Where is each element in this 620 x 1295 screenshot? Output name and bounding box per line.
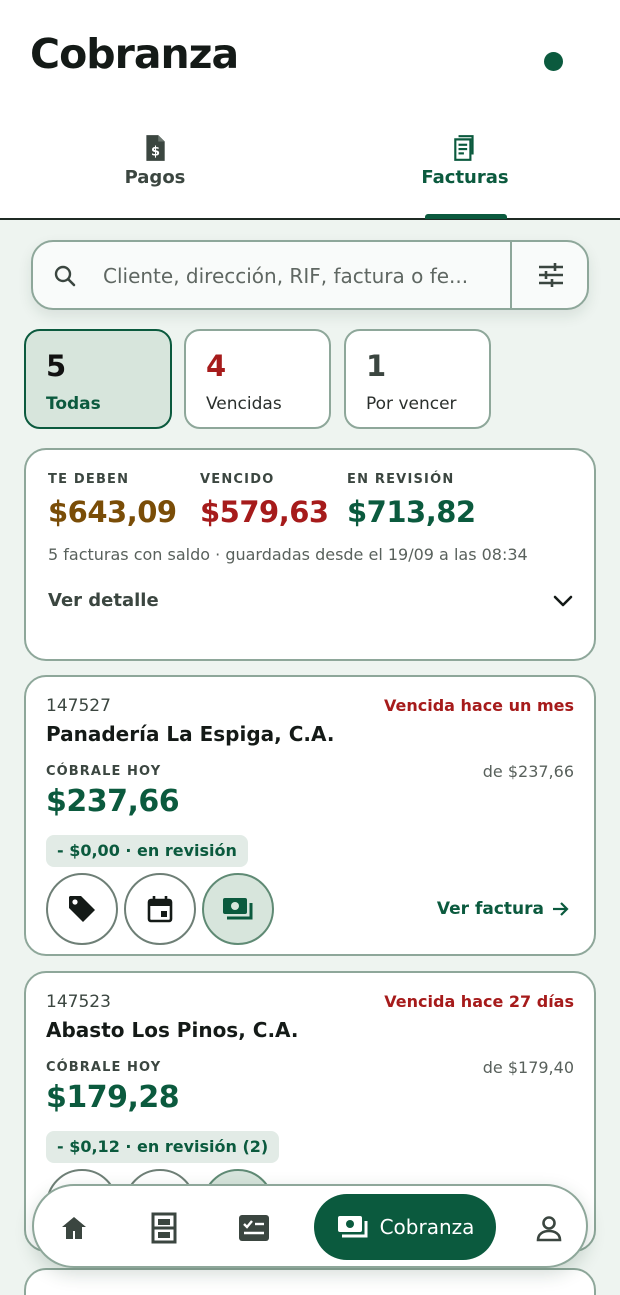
ver-detalle-label: Ver detalle (48, 590, 159, 611)
cash-icon (223, 898, 253, 920)
summary-value: $643,09 (48, 495, 177, 529)
search-icon (54, 265, 76, 287)
filter-chip-todas[interactable]: 5 Todas (24, 329, 172, 429)
ver-factura-label: Ver factura (436, 899, 544, 919)
tab-pagos-label: Pagos (124, 167, 186, 188)
summary-value: $579,63 (200, 495, 329, 529)
invoice-icon (454, 135, 474, 161)
invoice-client: Abasto Los Pinos, C.A. (46, 1018, 299, 1042)
register-payment-button[interactable] (202, 873, 274, 945)
invoice-number: 147527 (46, 696, 111, 716)
summary-value: $713,82 (347, 495, 476, 529)
summary-label: TE DEBEN (48, 472, 130, 487)
invoice-amount-due: $237,66 (46, 784, 180, 819)
cobrale-hoy-label: CÓBRALE HOY (46, 1060, 162, 1075)
checklist-icon (239, 1215, 269, 1241)
nav-tasks[interactable] (230, 1204, 278, 1252)
tab-pagos[interactable]: $ Pagos (55, 134, 255, 220)
calendar-icon (147, 896, 173, 923)
filter-count: 1 (366, 349, 387, 383)
filter-label: Por vencer (366, 394, 457, 414)
svg-text:$: $ (151, 145, 160, 160)
filter-button[interactable] (514, 242, 587, 308)
invoice-total: de $179,40 (482, 1058, 574, 1077)
summary-te-deben: TE DEBEN $643,09 (48, 472, 177, 529)
home-icon (62, 1217, 86, 1239)
ver-detalle-toggle[interactable]: Ver detalle (48, 590, 574, 620)
connection-status-dot (544, 52, 563, 71)
nav-profile[interactable] (525, 1204, 573, 1252)
summary-note: 5 facturas con saldo · guardadas desde e… (48, 545, 528, 564)
profile-icon (536, 1216, 562, 1242)
chevron-down-icon (553, 595, 573, 607)
filter-chip-por-vencer[interactable]: 1 Por vencer (344, 329, 491, 429)
summary-label: VENCIDO (200, 472, 275, 487)
tag-action-button[interactable] (46, 873, 118, 945)
in-review-badge: - $0,00 · en revisión (46, 835, 248, 867)
summary-vencido: VENCIDO $579,63 (200, 472, 329, 529)
filter-label: Todas (46, 394, 101, 414)
invoice-number: 147523 (46, 992, 111, 1012)
active-tab-indicator (425, 214, 507, 219)
invoice-status: Vencida hace 27 días (384, 992, 574, 1011)
filter-count: 4 (206, 349, 227, 383)
invoice-card[interactable] (24, 1268, 596, 1295)
filter-chip-vencidas[interactable]: 4 Vencidas (184, 329, 331, 429)
tab-facturas-label: Facturas (421, 167, 509, 188)
balance-summary-card: TE DEBEN $643,09 VENCIDO $579,63 EN REVI… (24, 448, 596, 661)
summary-en-revision: EN REVISIÓN $713,82 (347, 472, 476, 529)
search-divider (510, 242, 512, 308)
shelf-icon (151, 1212, 177, 1244)
receipt-dollar-icon: $ (146, 135, 165, 161)
invoice-client: Panadería La Espiga, C.A. (46, 722, 335, 746)
summary-label: EN REVISIÓN (347, 472, 455, 487)
nav-cobranza[interactable]: Cobranza (314, 1194, 496, 1260)
filter-count: 5 (46, 349, 67, 383)
page-title: Cobranza (30, 30, 239, 78)
cash-icon (337, 1216, 368, 1238)
in-review-badge: - $0,12 · en revisión (2) (46, 1131, 280, 1163)
bottom-navigation: Cobranza (32, 1184, 588, 1268)
cobrale-hoy-label: CÓBRALE HOY (46, 764, 162, 779)
filter-label: Vencidas (206, 394, 282, 414)
invoice-card[interactable]: 147527 Vencida hace un mes Panadería La … (24, 675, 596, 956)
arrow-right-icon (553, 902, 569, 916)
calendar-action-button[interactable] (124, 873, 196, 945)
tab-facturas[interactable]: Facturas (365, 134, 565, 220)
nav-inventory[interactable] (140, 1204, 188, 1252)
invoice-total: de $237,66 (482, 762, 574, 781)
invoice-status: Vencida hace un mes (383, 696, 574, 715)
sliders-icon (538, 263, 563, 287)
search-bar (31, 240, 589, 310)
nav-home[interactable] (50, 1204, 98, 1252)
invoice-amount-due: $179,28 (46, 1080, 180, 1115)
app-header: Cobranza $ Pagos Facturas (0, 0, 620, 220)
tag-icon (69, 896, 95, 922)
ver-factura-link[interactable]: Ver factura (437, 899, 570, 919)
search-input[interactable] (103, 256, 503, 296)
nav-cobranza-label: Cobranza (379, 1215, 475, 1239)
